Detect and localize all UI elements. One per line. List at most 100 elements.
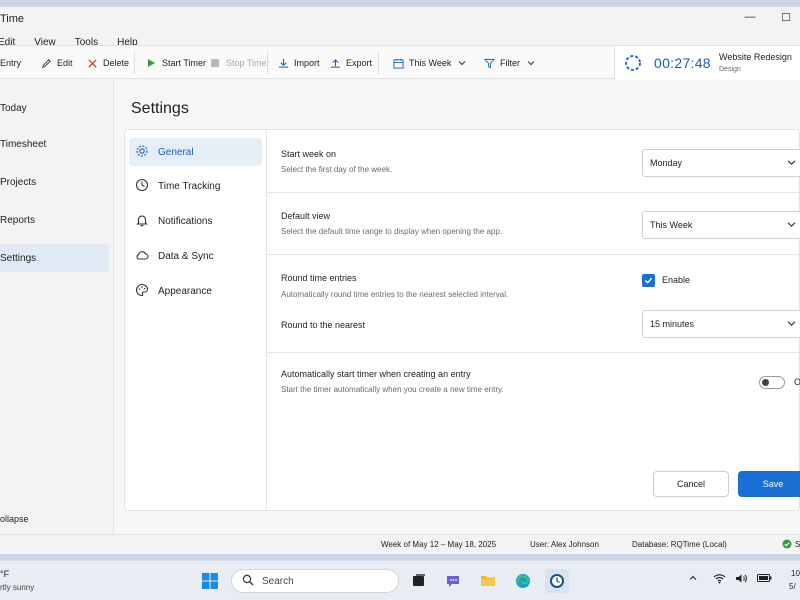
round-entries-checkbox[interactable] xyxy=(642,274,655,287)
weather-temp[interactable]: °F xyxy=(0,569,9,579)
main-content: Settings General Time Tracking Notificat… xyxy=(114,80,800,534)
weather-description[interactable]: rtly sunny xyxy=(0,583,34,592)
title-bar: Time — ☐ xyxy=(0,7,800,33)
date-range-dropdown[interactable]: This Week xyxy=(392,46,468,80)
file-explorer-icon[interactable] xyxy=(476,569,500,593)
status-bar: Week of May 12 – May 18, 2025 User: Alex… xyxy=(0,534,800,554)
chevron-down-icon xyxy=(456,57,468,69)
wifi-icon[interactable] xyxy=(713,573,726,587)
start-week-value: Monday xyxy=(650,158,683,168)
default-view-value: This Week xyxy=(650,220,693,230)
tab-general[interactable]: General xyxy=(129,138,262,166)
edit-button[interactable]: Edit xyxy=(40,46,73,80)
close-icon xyxy=(86,57,98,69)
chat-app-icon[interactable] xyxy=(441,569,465,593)
cancel-button[interactable]: Cancel xyxy=(653,471,729,497)
start-timer-label: Start Timer xyxy=(162,58,207,68)
timer-project-task: Design xyxy=(719,66,741,73)
round-nearest-value: 15 minutes xyxy=(650,319,695,329)
windows-start-icon[interactable] xyxy=(198,569,222,593)
toggle-knob xyxy=(762,379,769,386)
save-button[interactable]: Save xyxy=(738,471,800,497)
autostart-label: Automatically start timer when creating … xyxy=(281,369,471,379)
active-timer-panel[interactable]: 00:27:48 Website Redesign Design xyxy=(614,46,800,80)
round-nearest-select[interactable]: 15 minutes xyxy=(642,310,800,338)
window-title: Time xyxy=(0,13,25,25)
sidebar-item-projects[interactable]: Projects xyxy=(0,168,109,196)
clock-date[interactable]: 5/ xyxy=(789,582,796,591)
spinner-icon xyxy=(624,54,642,74)
checkmark-icon xyxy=(644,277,653,284)
taskbar: °F rtly sunny Search 10 5/ xyxy=(0,560,800,600)
import-label: Import xyxy=(294,58,320,68)
play-icon xyxy=(145,57,157,69)
autostart-toggle-state: O xyxy=(794,377,800,387)
toolbar-divider xyxy=(134,52,135,74)
stop-timer-button[interactable]: Stop Timer xyxy=(209,46,270,80)
sidebar-item-settings[interactable]: Settings xyxy=(0,244,109,272)
round-entries-description: Automatically round time entries to the … xyxy=(281,290,509,299)
round-entries-checkbox-label[interactable]: Enable xyxy=(662,275,690,285)
export-icon xyxy=(329,57,341,69)
chevron-down-icon xyxy=(525,57,537,69)
default-view-select[interactable]: This Week xyxy=(642,211,800,239)
pencil-icon xyxy=(40,57,52,69)
round-nearest-label: Round to the nearest xyxy=(281,320,366,330)
date-range-label: This Week xyxy=(409,58,452,68)
timer-readout: 00:27:48 xyxy=(654,55,711,71)
chevron-down-icon xyxy=(787,220,796,231)
sync-status-icon xyxy=(782,539,792,551)
new-entry-button[interactable]: Entry xyxy=(0,46,21,80)
import-icon xyxy=(277,57,289,69)
delete-button[interactable]: Delete xyxy=(86,46,129,80)
export-button[interactable]: Export xyxy=(329,46,372,80)
tab-time-tracking[interactable]: Time Tracking xyxy=(129,172,262,200)
tab-data-sync-label: Data & Sync xyxy=(158,250,214,262)
edit-label: Edit xyxy=(57,58,73,68)
tab-notifications-label: Notifications xyxy=(158,215,213,227)
battery-icon[interactable] xyxy=(757,573,772,586)
collapse-sidebar-button[interactable]: ollapse xyxy=(0,514,29,524)
round-entries-label: Round time entries xyxy=(281,273,357,283)
tab-data-sync[interactable]: Data & Sync xyxy=(129,242,262,270)
timer-project-name: Website Redesign xyxy=(719,52,792,62)
sidebar-item-timesheet[interactable]: Timesheet xyxy=(0,130,109,158)
delete-label: Delete xyxy=(103,58,130,68)
sidebar-item-reports[interactable]: Reports xyxy=(0,206,109,234)
toolbar: Entry Edit Delete Start Timer Stop Timer… xyxy=(0,45,800,80)
settings-panel: General Time Tracking Notifications Data… xyxy=(124,129,800,511)
status-sync: S xyxy=(795,540,800,549)
autostart-toggle[interactable] xyxy=(759,376,785,389)
default-view-label: Default view xyxy=(281,211,331,221)
section-divider xyxy=(267,192,800,193)
clock-time[interactable]: 10 xyxy=(791,569,800,578)
tab-appearance-label: Appearance xyxy=(158,285,212,297)
search-placeholder: Search xyxy=(262,575,294,587)
chevron-up-icon[interactable] xyxy=(688,573,698,586)
tab-appearance[interactable]: Appearance xyxy=(129,277,262,305)
taskbar-search[interactable]: Search xyxy=(231,569,399,593)
toolbar-divider xyxy=(378,52,379,74)
edge-browser-icon[interactable] xyxy=(511,569,535,593)
sidebar-item-today[interactable]: Today xyxy=(0,94,109,122)
stop-timer-label: Stop Timer xyxy=(226,58,270,68)
tab-notifications[interactable]: Notifications xyxy=(129,207,262,235)
time-tracker-app-icon[interactable] xyxy=(545,569,569,593)
volume-icon[interactable] xyxy=(735,573,748,587)
sidebar: Today Timesheet Projects Reports Setting… xyxy=(0,80,114,534)
import-button[interactable]: Import xyxy=(277,46,320,80)
task-view-icon[interactable] xyxy=(407,569,431,593)
start-week-label: Start week on xyxy=(281,149,337,159)
new-entry-label: Entry xyxy=(0,58,22,68)
minimize-button[interactable]: — xyxy=(740,11,760,27)
filter-icon xyxy=(483,57,495,69)
filter-dropdown[interactable]: Filter xyxy=(483,46,537,80)
cloud-icon xyxy=(135,248,149,265)
chevron-down-icon xyxy=(787,158,796,169)
status-week: Week of May 12 – May 18, 2025 xyxy=(381,540,497,549)
start-week-select[interactable]: Monday xyxy=(642,149,800,177)
start-timer-button[interactable]: Start Timer xyxy=(145,46,206,80)
maximize-button[interactable]: ☐ xyxy=(776,11,796,27)
filter-label: Filter xyxy=(500,58,520,68)
calendar-icon xyxy=(392,57,404,69)
